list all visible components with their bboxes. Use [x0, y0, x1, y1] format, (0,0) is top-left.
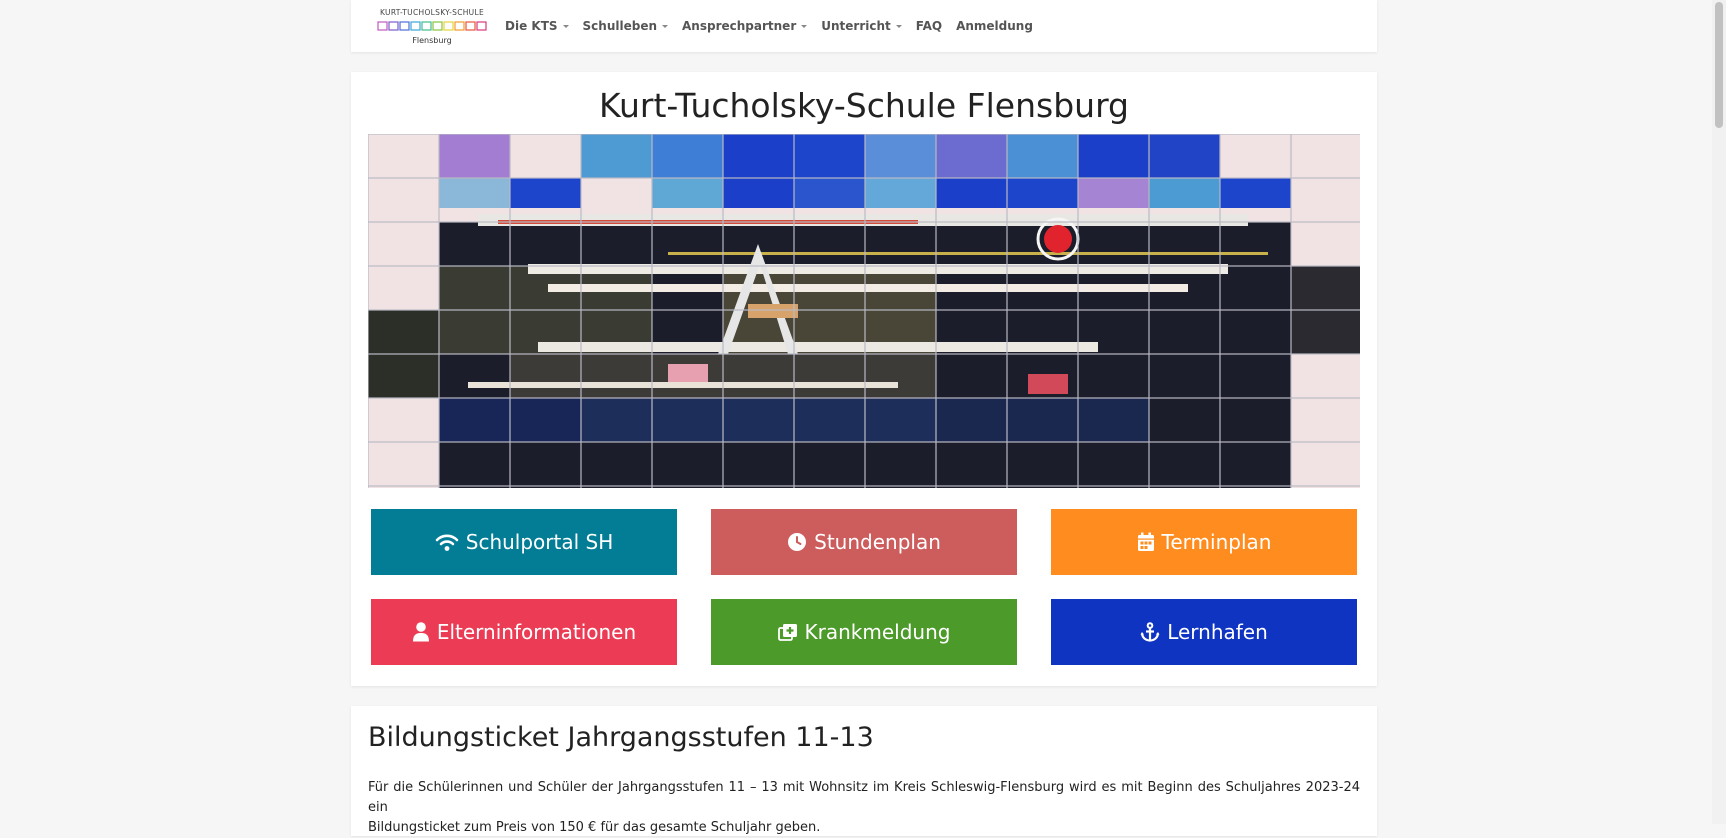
caret-down-icon	[895, 24, 902, 28]
button-label: Lernhafen	[1167, 620, 1268, 644]
nav-item-anmeldung[interactable]: Anmeldung	[956, 19, 1033, 33]
nav-item-unterricht[interactable]: Unterricht	[821, 19, 902, 33]
nav-label: Unterricht	[821, 19, 891, 33]
navbar: KURT-TUCHOLSKY-SCHULE Flensburg Die KTS …	[351, 0, 1377, 52]
article-text: Für die Schülerinnen und Schüler der Jah…	[368, 778, 1360, 838]
logo-line2: Flensburg	[412, 36, 452, 45]
stundenplan-button[interactable]: Stundenplan	[711, 509, 1017, 575]
medical-plus-icon	[777, 624, 797, 641]
school-logo[interactable]: KURT-TUCHOLSKY-SCHULE Flensburg	[376, 8, 488, 45]
article-paragraph-line: Für die Schülerinnen und Schüler der Jah…	[368, 780, 1360, 815]
nav-label: Ansprechpartner	[682, 19, 797, 33]
article-title[interactable]: Bildungsticket Jahrgangsstufen 11-13	[368, 722, 874, 753]
nav-label: FAQ	[915, 19, 943, 33]
button-label: Krankmeldung	[804, 620, 951, 644]
logo-line1: KURT-TUCHOLSKY-SCHULE	[380, 8, 484, 17]
nav-item-faq[interactable]: FAQ	[916, 19, 942, 33]
page-title: Kurt-Tucholsky-Schule Flensburg	[599, 86, 1129, 125]
krankmeldung-button[interactable]: Krankmeldung	[711, 599, 1017, 665]
scrollbar-thumb[interactable]	[1715, 2, 1723, 128]
article-paragraph-line: Bildungsticket zum Preis von 150 € für d…	[368, 820, 821, 835]
school-building-banner-image	[368, 134, 1360, 488]
nav-item-die-kts[interactable]: Die KTS	[505, 19, 569, 33]
button-label: Schulportal SH	[465, 530, 614, 554]
news-article: Bildungsticket Jahrgangsstufen 11-13 Für…	[351, 706, 1377, 836]
hero-section: Kurt-Tucholsky-Schule Flensburg Schulpor…	[351, 72, 1377, 686]
main-nav: Die KTS Schulleben Ansprechpartner Unter…	[505, 0, 1047, 52]
button-label: Elterninformationen	[436, 620, 637, 644]
caret-down-icon	[662, 24, 669, 28]
schulportal-sh-button[interactable]: Schulportal SH	[371, 509, 677, 575]
elterninformationen-button[interactable]: Elterninformationen	[371, 599, 677, 665]
nav-item-ansprechpartner[interactable]: Ansprechpartner	[682, 19, 808, 33]
page-scrollbar[interactable]	[1712, 0, 1726, 824]
nav-label: Anmeldung	[956, 19, 1033, 33]
button-label: Stundenplan	[814, 530, 941, 554]
clock-icon	[788, 533, 807, 551]
caret-down-icon	[562, 24, 569, 28]
button-label: Terminplan	[1161, 530, 1272, 554]
logo-rainbow-mark	[377, 21, 487, 31]
nav-label: Die KTS	[505, 19, 558, 33]
wifi-icon	[435, 534, 459, 551]
caret-down-icon	[801, 24, 808, 28]
lernhafen-button[interactable]: Lernhafen	[1051, 599, 1357, 665]
nav-item-schulleben[interactable]: Schulleben	[582, 19, 669, 33]
terminplan-button[interactable]: Terminplan	[1051, 509, 1357, 575]
user-icon	[412, 622, 429, 642]
nav-label: Schulleben	[582, 19, 658, 33]
calendar-icon	[1137, 532, 1154, 551]
anchor-icon	[1140, 622, 1160, 642]
